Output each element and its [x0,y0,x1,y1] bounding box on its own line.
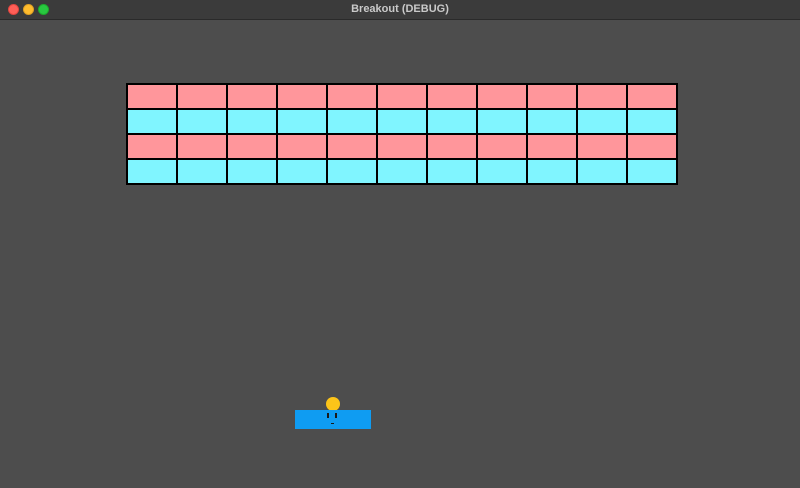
brick-red [476,133,528,160]
game-window: Breakout (DEBUG) [0,0,800,488]
brick-red [226,133,278,160]
brick-red [526,133,578,160]
brick-cyan [376,158,428,185]
brick-red [276,133,328,160]
brick-cyan [276,108,328,135]
paddle-mouth [331,423,334,424]
brick-red [526,83,578,110]
brick-red [476,83,528,110]
brick-cyan [226,108,278,135]
brick-red [376,133,428,160]
paddle[interactable] [295,410,371,429]
brick-cyan [476,108,528,135]
brick-cyan [576,108,628,135]
brick-cyan [126,108,178,135]
paddle-right-eye [335,413,337,418]
brick-cyan [126,158,178,185]
brick-red [376,83,428,110]
brick-red [326,133,378,160]
brick-red [126,83,178,110]
brick-red [626,133,678,160]
brick-red [576,133,628,160]
brick-red [226,83,278,110]
brick-cyan [626,108,678,135]
brick-cyan [376,108,428,135]
brick-red [426,133,478,160]
brick-cyan [526,108,578,135]
brick-cyan [276,158,328,185]
brick-red [126,133,178,160]
brick-cyan [426,108,478,135]
brick-cyan [626,158,678,185]
brick-red [576,83,628,110]
title-bar: Breakout (DEBUG) [0,0,800,20]
brick-red [626,83,678,110]
game-area[interactable] [0,20,800,488]
brick-cyan [176,158,228,185]
brick-cyan [176,108,228,135]
brick-cyan [426,158,478,185]
brick-cyan [526,158,578,185]
window-title: Breakout (DEBUG) [351,3,449,15]
brick-red [326,83,378,110]
brick-red [176,83,228,110]
brick-cyan [226,158,278,185]
brick-red [426,83,478,110]
paddle-left-eye [327,413,329,418]
ball [326,397,340,411]
brick-cyan [326,158,378,185]
brick-cyan [476,158,528,185]
brick-cyan [576,158,628,185]
brick-red [176,133,228,160]
brick-red [276,83,328,110]
brick-cyan [326,108,378,135]
